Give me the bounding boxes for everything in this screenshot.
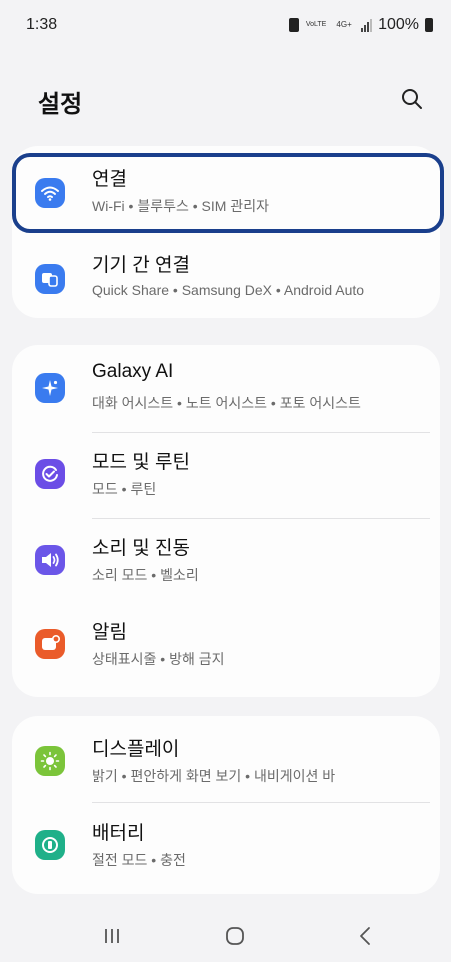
item-subtitle: 소리 모드 • 벨소리 [92, 567, 199, 583]
display-sun-icon [35, 746, 65, 776]
item-title: 디스플레이 [92, 739, 180, 760]
header: 설정 [0, 70, 451, 130]
divider [92, 802, 430, 803]
item-subtitle: 절전 모드 • 충전 [92, 852, 186, 868]
divider [92, 518, 430, 519]
item-subtitle: Quick Share • Samsung DeX • Android Auto [92, 282, 365, 298]
notification-icon [35, 629, 65, 659]
back-icon [360, 927, 370, 945]
signal-strength-icon [361, 18, 373, 32]
device-connect-icon [35, 264, 65, 294]
settings-item-modes-routines[interactable]: 모드 및 루틴 모드 • 루틴 [12, 435, 440, 515]
status-bar: 1:38 VoLTE 4G+ 100% [0, 0, 451, 50]
item-title: 소리 및 진동 [92, 538, 190, 559]
settings-item-sound-vibration[interactable]: 소리 및 진동 소리 모드 • 벨소리 [12, 521, 440, 601]
item-title: 기기 간 연결 [92, 255, 190, 276]
status-time: 1:38 [26, 16, 58, 33]
back-button[interactable] [335, 918, 395, 954]
divider [92, 432, 430, 433]
volte-label: VoLTE [305, 21, 327, 28]
item-subtitle: 밝기 • 편안하게 화면 보기 • 내비게이션 바 [92, 768, 336, 784]
modes-routines-check-icon [35, 459, 65, 489]
galaxy-ai-sparkle-icon [35, 373, 65, 403]
settings-item-connected-devices[interactable]: 기기 간 연결 Quick Share • Samsung DeX • Andr… [12, 238, 440, 318]
navigation-bar [0, 910, 451, 962]
item-subtitle: 상태표시줄 • 방해 금지 [92, 651, 225, 667]
selection-highlight [12, 153, 444, 233]
settings-item-battery[interactable]: 배터리 절전 모드 • 충전 [12, 806, 440, 886]
settings-group-features: Galaxy AI 대화 어시스트 • 노트 어시스트 • 포토 어시스트 모드… [12, 345, 440, 697]
settings-item-notifications[interactable]: 알림 상태표시줄 • 방해 금지 [12, 605, 440, 685]
item-title: 배터리 [92, 823, 145, 844]
search-icon [402, 89, 422, 109]
status-icons: VoLTE 4G+ 100% [289, 16, 433, 34]
item-subtitle: 모드 • 루틴 [92, 481, 157, 497]
item-title: Galaxy AI [92, 361, 174, 382]
settings-item-galaxy-ai[interactable]: Galaxy AI 대화 어시스트 • 노트 어시스트 • 포토 어시스트 [12, 349, 440, 429]
item-title: 모드 및 루틴 [92, 452, 190, 473]
item-subtitle: 대화 어시스트 • 노트 어시스트 • 포토 어시스트 [92, 395, 361, 411]
search-button[interactable] [395, 82, 429, 116]
sim-card-icon [289, 18, 300, 32]
battery-percent: 100% [378, 16, 419, 33]
page-title: 설정 [38, 91, 83, 118]
home-icon [226, 927, 244, 945]
battery-icon [35, 830, 65, 860]
recents-icon [105, 929, 119, 943]
battery-status-icon [425, 18, 433, 32]
speaker-icon [35, 545, 65, 575]
home-button[interactable] [205, 918, 265, 954]
network-type-label: 4G+ [336, 20, 352, 29]
settings-group-device: 디스플레이 밝기 • 편안하게 화면 보기 • 내비게이션 바 배터리 절전 모… [12, 716, 440, 894]
settings-item-display[interactable]: 디스플레이 밝기 • 편안하게 화면 보기 • 내비게이션 바 [12, 720, 440, 800]
recents-button[interactable] [82, 918, 142, 954]
item-title: 알림 [92, 622, 127, 643]
